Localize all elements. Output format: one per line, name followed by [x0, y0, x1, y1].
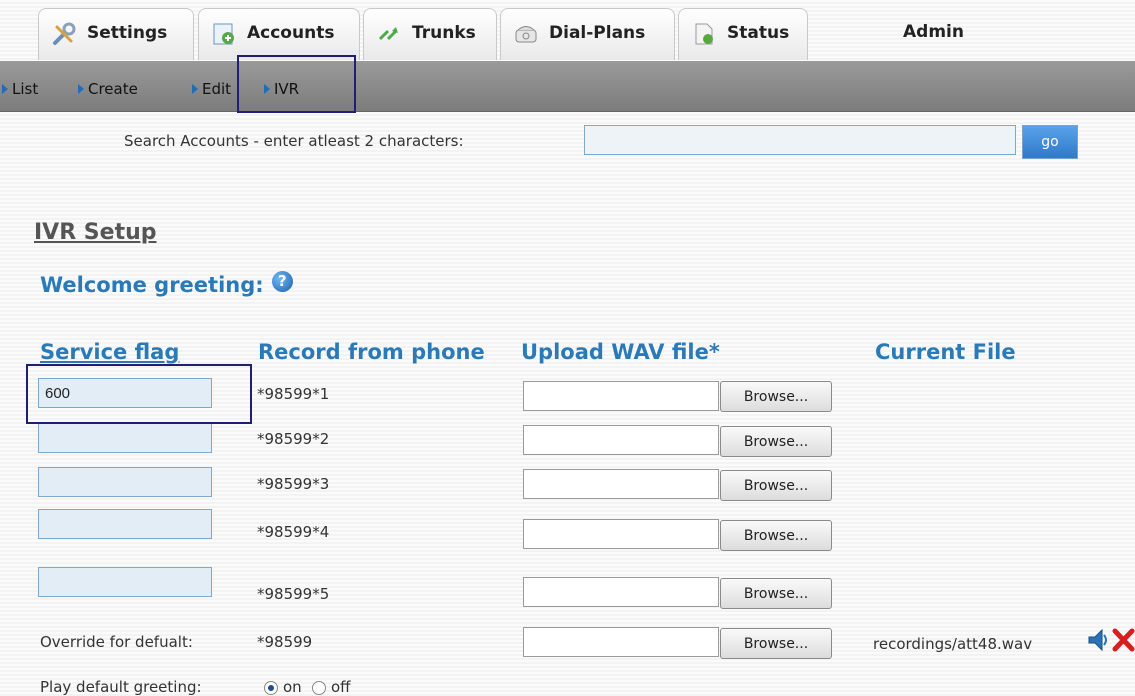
- browse-button-5[interactable]: Browse...: [720, 578, 832, 609]
- search-label: Search Accounts - enter atleast 2 charac…: [124, 132, 464, 150]
- status-icon: [691, 21, 717, 47]
- tab-dial-plans[interactable]: Dial-Plans: [500, 8, 675, 60]
- radio-on[interactable]: [264, 681, 278, 695]
- wav-file-input-5[interactable]: [523, 577, 719, 607]
- wav-file-input-3[interactable]: [523, 469, 719, 499]
- subnav-label: Create: [88, 80, 138, 98]
- search-input[interactable]: [584, 125, 1016, 155]
- subnav-item-edit[interactable]: Edit: [192, 80, 231, 98]
- radio-on-label: on: [283, 678, 302, 696]
- arrow-right-icon: [78, 84, 84, 94]
- radio-off[interactable]: [312, 681, 326, 695]
- arrow-right-icon: [192, 84, 198, 94]
- play-default-greeting-label: Play default greeting:: [40, 678, 202, 696]
- service-flag-input-2[interactable]: [38, 423, 212, 453]
- audio-play-icon[interactable]: [1087, 628, 1109, 656]
- ivr-highlight-box: [237, 55, 356, 113]
- browse-button-3[interactable]: Browse...: [720, 470, 832, 501]
- record-code-1: *98599*1: [257, 385, 330, 403]
- tools-icon: [51, 21, 77, 47]
- arrow-right-icon: [2, 84, 8, 94]
- page-title: IVR Setup: [34, 220, 157, 245]
- override-code: *98599: [257, 633, 313, 651]
- wav-file-input-2[interactable]: [523, 425, 719, 455]
- subnav-label: Edit: [202, 80, 232, 98]
- tab-label: Status: [727, 23, 790, 43]
- record-code-4: *98599*4: [257, 523, 330, 541]
- record-code-3: *98599*3: [257, 475, 330, 493]
- browse-button-4[interactable]: Browse...: [720, 520, 832, 551]
- tab-label: Accounts: [247, 23, 335, 43]
- phone-icon: [513, 21, 539, 47]
- tab-status[interactable]: Status: [678, 8, 808, 60]
- wav-file-input-1[interactable]: [523, 381, 719, 411]
- welcome-greeting-heading: Welcome greeting: ?: [40, 270, 293, 297]
- tab-settings[interactable]: Settings: [38, 8, 194, 60]
- subnav-label: List: [12, 80, 39, 98]
- radio-off-label: off: [331, 678, 351, 696]
- override-default-label: Override for defualt:: [40, 633, 193, 651]
- subnav-item-list[interactable]: List: [2, 80, 38, 98]
- subnav-item-create[interactable]: Create: [78, 80, 138, 98]
- go-button[interactable]: go: [1022, 125, 1078, 159]
- tab-label: Settings: [87, 23, 168, 43]
- header-upload-wav: Upload WAV file*: [521, 340, 720, 364]
- header-current-file: Current File: [875, 340, 1016, 364]
- sub-navigation-bar: List Create Edit IVR: [0, 61, 1135, 112]
- record-code-2: *98599*2: [257, 430, 330, 448]
- tab-label: Trunks: [412, 23, 476, 43]
- service-flag-input-4[interactable]: [38, 509, 212, 539]
- service-flag-highlight-box: [26, 364, 252, 424]
- override-browse-button[interactable]: Browse...: [720, 628, 832, 659]
- tab-accounts[interactable]: Accounts: [198, 8, 360, 60]
- current-file-name: recordings/att48.wav: [873, 635, 1033, 653]
- record-code-5: *98599*5: [257, 585, 330, 603]
- trunks-icon: [376, 21, 402, 47]
- delete-icon[interactable]: [1112, 628, 1135, 656]
- override-wav-file-input[interactable]: [523, 627, 719, 657]
- help-icon[interactable]: ?: [271, 270, 293, 292]
- admin-label[interactable]: Admin: [903, 22, 964, 42]
- accounts-icon: [211, 21, 237, 47]
- service-flag-input-5[interactable]: [38, 567, 212, 597]
- tab-trunks[interactable]: Trunks: [363, 8, 497, 60]
- header-record-from-phone: Record from phone: [258, 340, 485, 364]
- header-service-flag: Service flag: [40, 340, 180, 364]
- wav-file-input-4[interactable]: [523, 519, 719, 549]
- service-flag-input-3[interactable]: [38, 467, 212, 497]
- welcome-label: Welcome greeting:: [40, 273, 264, 297]
- browse-button-2[interactable]: Browse...: [720, 426, 832, 457]
- tab-label: Dial-Plans: [549, 23, 646, 43]
- browse-button-1[interactable]: Browse...: [720, 381, 832, 412]
